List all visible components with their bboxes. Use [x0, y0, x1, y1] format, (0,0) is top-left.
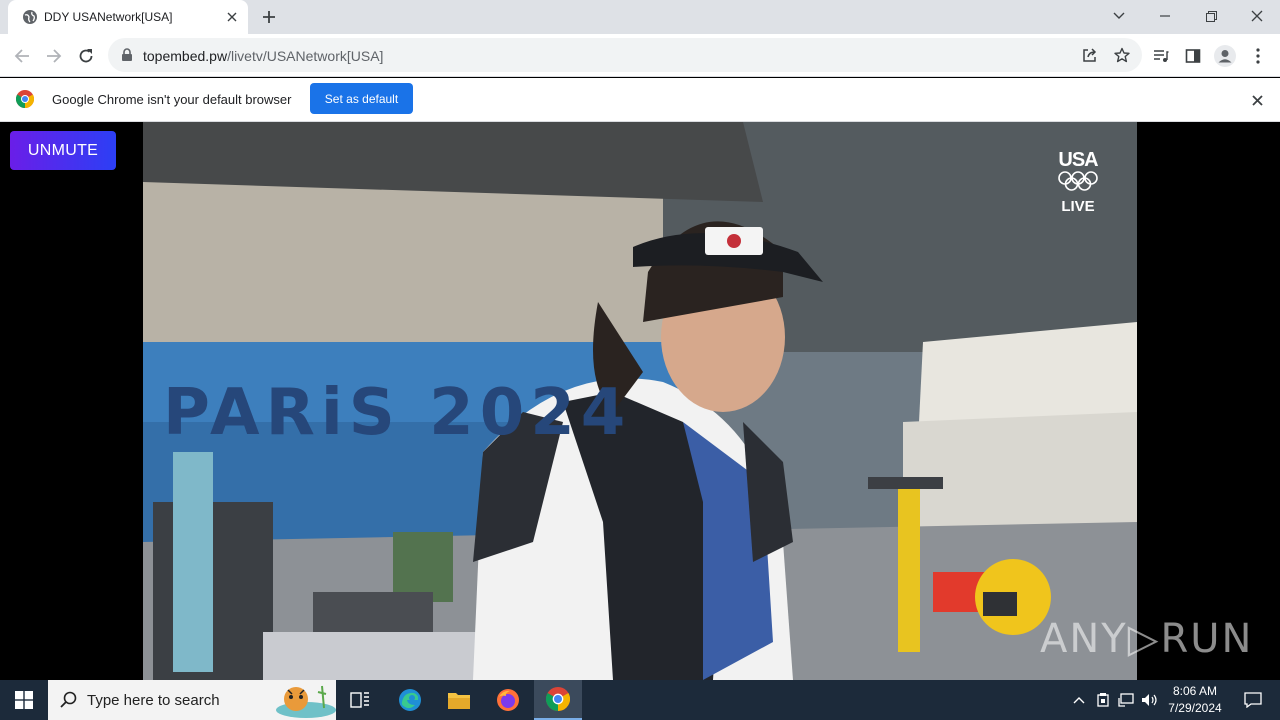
bookmark-button[interactable] [1108, 41, 1136, 69]
back-icon [14, 49, 29, 63]
device-icon [1097, 693, 1109, 707]
profile-icon [1214, 45, 1236, 67]
minimize-button[interactable] [1142, 0, 1188, 32]
side-panel-button[interactable] [1179, 42, 1207, 70]
search-placeholder: Type here to search [87, 692, 220, 709]
default-browser-infobar: Google Chrome isn't your default browser… [0, 78, 1280, 122]
lock-icon [122, 48, 132, 61]
menu-button[interactable] [1244, 42, 1272, 70]
notification-icon [1244, 692, 1262, 708]
close-icon [1251, 94, 1263, 106]
show-hidden-icons-button[interactable] [1068, 680, 1090, 720]
browser-toolbar: topembed.pw/livetv/USANetwork[USA] [0, 34, 1280, 77]
usa-network-logo: USA LIVE [1055, 150, 1101, 215]
restore-icon [1205, 10, 1217, 22]
chevron-up-icon [1073, 697, 1085, 704]
media-control-button[interactable] [1147, 42, 1175, 70]
device-tray-button[interactable] [1092, 680, 1114, 720]
forward-icon [47, 49, 62, 63]
anyrun-watermark: ANY▷RUN [1040, 616, 1254, 662]
windows-icon [15, 691, 33, 709]
network-logo-text: USA [1058, 149, 1098, 171]
close-infobar-button[interactable] [1248, 91, 1266, 109]
set-as-default-button[interactable]: Set as default [310, 83, 413, 114]
tab-title: DDY USANetwork[USA] [44, 10, 173, 24]
close-window-button[interactable] [1234, 0, 1280, 32]
volume-icon [1142, 694, 1157, 706]
media-icon [1154, 50, 1169, 62]
video-player[interactable]: PARiS 2024 USA LIVE [143, 122, 1137, 680]
firefox-taskbar-button[interactable] [484, 680, 532, 720]
search-highlight-tiger-icon [276, 685, 336, 718]
minimize-icon [1160, 15, 1170, 17]
plus-icon [263, 11, 275, 23]
star-icon [1114, 47, 1130, 63]
taskbar-clock[interactable]: 8:06 AM 7/29/2024 [1160, 683, 1230, 717]
browser-tab[interactable]: DDY USANetwork[USA] [8, 0, 248, 34]
chevron-down-icon [1113, 12, 1125, 19]
close-tab-button[interactable] [222, 7, 242, 27]
start-button[interactable] [0, 680, 48, 720]
taskbar-search-box[interactable]: Type here to search [48, 680, 336, 720]
reload-icon [79, 49, 93, 63]
network-tray-button[interactable] [1115, 680, 1137, 720]
url-text: topembed.pw/livetv/USANetwork[USA] [143, 48, 384, 64]
edge-icon [399, 689, 421, 711]
unmute-button[interactable]: UNMUTE [10, 131, 116, 170]
video-signage-text: PARiS 2024 [163, 376, 631, 450]
page-content: UNMUTE PARiS 2024 USA LIVE ANY▷RUN [0, 122, 1280, 680]
network-icon [1118, 693, 1134, 707]
forward-button[interactable] [40, 42, 68, 70]
search-icon [60, 691, 77, 708]
file-explorer-taskbar-button[interactable] [435, 680, 483, 720]
close-icon [1251, 10, 1263, 22]
tab-strip: DDY USANetwork[USA] [0, 0, 1280, 34]
sidepanel-icon [1185, 49, 1201, 63]
video-frame: PARiS 2024 [143, 122, 1137, 680]
action-center-button[interactable] [1234, 680, 1272, 720]
task-view-icon [350, 692, 369, 708]
new-tab-button[interactable] [258, 6, 280, 28]
file-explorer-icon [448, 693, 470, 709]
share-icon [1083, 48, 1097, 62]
windows-taskbar: Type here to search 8:06 AM 7/29/2024 [0, 680, 1280, 720]
address-bar[interactable]: topembed.pw/livetv/USANetwork[USA] [108, 38, 1142, 72]
back-button[interactable] [8, 42, 36, 70]
live-badge: LIVE [1061, 198, 1095, 215]
share-button[interactable] [1076, 41, 1104, 69]
chrome-taskbar-icon [546, 687, 570, 711]
infobar-message: Google Chrome isn't your default browser [52, 92, 292, 107]
reload-button[interactable] [72, 42, 100, 70]
chrome-taskbar-button[interactable] [534, 680, 582, 720]
firefox-icon [497, 689, 519, 711]
task-view-button[interactable] [336, 680, 384, 720]
olympic-rings-icon [1058, 171, 1098, 191]
tab-search-button[interactable] [1096, 0, 1142, 32]
globe-icon [23, 10, 37, 24]
chrome-icon [16, 90, 34, 108]
clock-time: 8:06 AM [1172, 684, 1218, 698]
kebab-icon [1256, 48, 1260, 64]
edge-taskbar-button[interactable] [386, 680, 434, 720]
close-icon [227, 12, 237, 22]
clock-date: 7/29/2024 [1168, 701, 1222, 715]
profile-button[interactable] [1211, 42, 1239, 70]
volume-tray-button[interactable] [1139, 680, 1161, 720]
restore-button[interactable] [1188, 0, 1234, 32]
